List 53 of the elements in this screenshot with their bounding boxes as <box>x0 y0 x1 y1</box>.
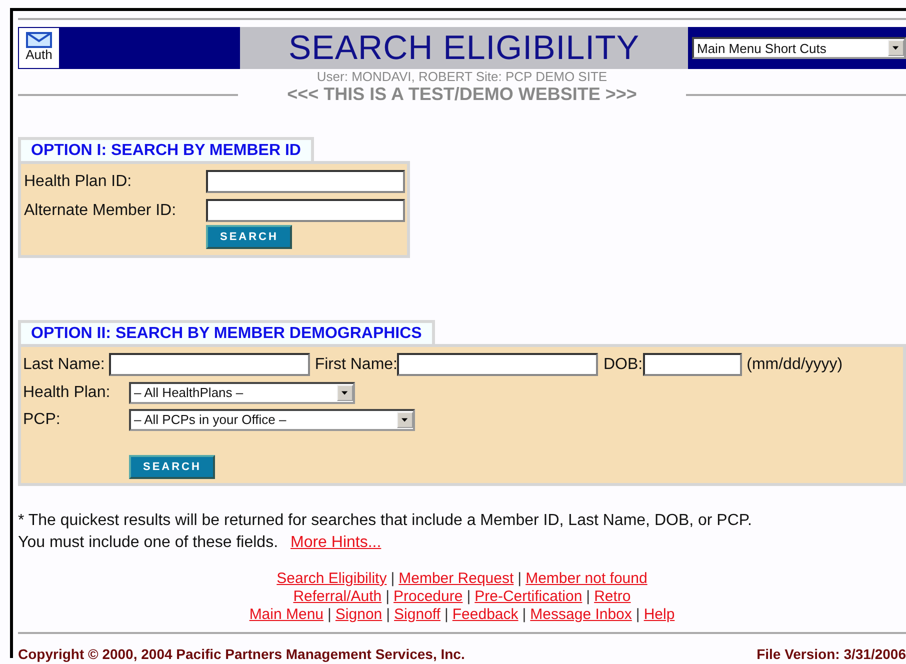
link-separator: | <box>386 606 390 623</box>
nav-link[interactable]: Signoff <box>394 606 440 623</box>
format-hint: (mm/dd/yyyy) <box>746 356 843 374</box>
nav-link[interactable]: Retro <box>594 588 631 605</box>
demo-notice-text: <<< THIS IS A TEST/DEMO WEBSITE >>> <box>286 84 638 105</box>
search-button[interactable]: SEARCH <box>206 225 292 249</box>
user-info: User: MONDAVI, ROBERT Site: PCP DEMO SITE <box>316 69 608 84</box>
link-separator: | <box>522 606 526 623</box>
field-label: DOB: <box>603 356 643 374</box>
input-field[interactable] <box>642 353 742 376</box>
hint-text: * The quickest results will be returned for searches that include a Member ID, Last Name, DOB, or PCP. <box>18 511 753 531</box>
section-heading: OPTION II: SEARCH BY MEMBER DEMOGRAPHICS <box>18 320 435 344</box>
field-label: Health Plan: <box>23 384 112 402</box>
search-button[interactable]: SEARCH <box>129 455 216 479</box>
input-field[interactable] <box>206 199 405 222</box>
nav-link[interactable]: Pre-Certification <box>474 588 582 605</box>
nav-link[interactable]: Search Eligibility <box>276 570 387 587</box>
nav-link[interactable]: Member not found <box>526 570 648 587</box>
link-separator: | <box>586 588 590 605</box>
field-label: Health Plan ID: <box>24 172 133 190</box>
nav-link[interactable]: Feedback <box>452 606 518 623</box>
nav-link[interactable]: Help <box>644 606 675 623</box>
field-label: PCP: <box>23 410 62 428</box>
input-field[interactable] <box>397 353 598 376</box>
nav-link[interactable]: Message Inbox <box>530 606 632 623</box>
hint-text: You must include one of these fields. <box>18 534 278 551</box>
field-label: Alternate Member ID: <box>24 202 178 220</box>
link-separator: | <box>328 606 332 623</box>
input-field[interactable] <box>108 353 310 376</box>
field-label: First Name: <box>314 356 398 374</box>
link-separator: | <box>444 606 448 623</box>
link-separator: | <box>386 588 390 605</box>
nav-link[interactable]: Main Menu <box>249 606 324 623</box>
link-separator: | <box>518 570 522 587</box>
link-separator: | <box>636 606 640 623</box>
field-label: Last Name: <box>23 356 105 374</box>
nav-link[interactable]: Member Request <box>398 570 514 587</box>
dropdown[interactable]: – All PCPs in your Office – <box>129 408 415 430</box>
shortcut-dropdown[interactable]: Main Menu Short Cuts <box>692 37 906 59</box>
file-version: File Version: 3/31/2006 <box>756 646 906 662</box>
copyright-text: Copyright © 2000, 2004 Pacific Partners Management Services, Inc. <box>18 646 465 662</box>
input-field[interactable] <box>206 170 405 193</box>
page-title: SEARCH ELIGIBILITY <box>288 28 640 68</box>
link-separator: | <box>390 570 395 587</box>
nav-link[interactable]: Referral/Auth <box>293 588 382 605</box>
link-separator: | <box>466 588 471 605</box>
dropdown[interactable]: – All HealthPlans – <box>129 382 355 404</box>
section-heading: OPTION I: SEARCH BY MEMBER ID <box>18 137 314 161</box>
envelope-icon <box>26 32 52 48</box>
auth-button[interactable]: Auth <box>18 27 60 69</box>
more-hints-link[interactable]: More Hints... <box>290 534 382 551</box>
nav-link[interactable]: Procedure <box>394 588 463 605</box>
nav-link[interactable]: Signon <box>335 606 382 623</box>
